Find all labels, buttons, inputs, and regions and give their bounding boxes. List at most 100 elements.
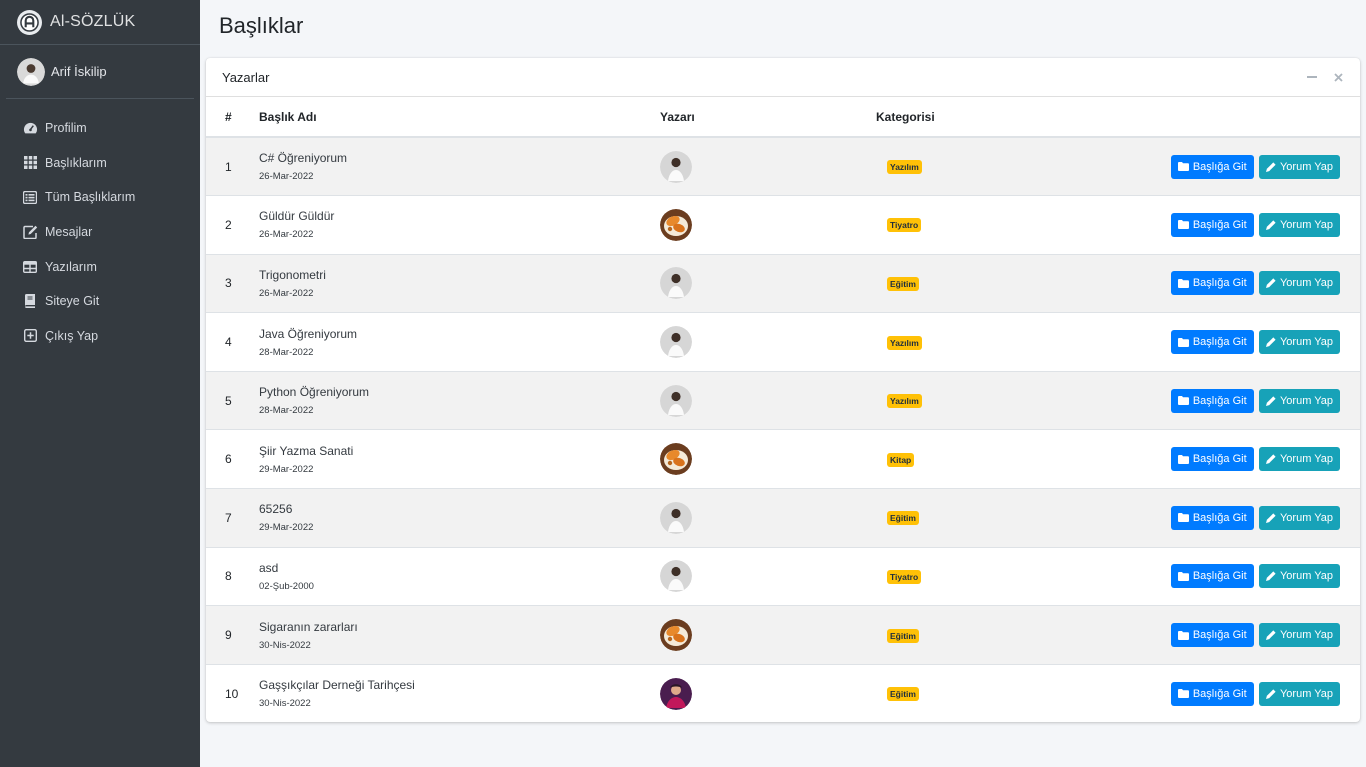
author-avatar xyxy=(660,677,692,710)
close-icon[interactable] xyxy=(1332,71,1344,83)
author-avatar xyxy=(660,443,692,476)
go-to-topic-label: Başlığa Git xyxy=(1192,629,1247,642)
comment-button[interactable]: Yorum Yap xyxy=(1258,564,1340,589)
comment-button[interactable]: Yorum Yap xyxy=(1258,505,1340,530)
author-cell xyxy=(660,313,876,372)
sidebar-nav: Profilim Başlıklarım Tüm Başlıklarım Mes… xyxy=(0,99,200,353)
author-avatar xyxy=(660,326,692,359)
row-title-cell: Gaşşıkçılar Derneği Tarihçesi 30-Nis-202… xyxy=(259,664,660,722)
sidebar-item-profilim[interactable]: Profilim xyxy=(0,111,200,146)
category-cell: Kitap xyxy=(876,430,1066,489)
go-to-topic-button[interactable]: Başlığa Git xyxy=(1170,564,1254,589)
author-avatar xyxy=(660,560,692,593)
go-to-topic-button[interactable]: Başlığa Git xyxy=(1170,505,1254,530)
card-tools xyxy=(1306,71,1344,83)
brand-link[interactable]: Al-SÖZLÜK xyxy=(0,0,200,45)
category-cell: Eğitim xyxy=(876,606,1066,665)
sidebar-item-tum-basliklarim[interactable]: Tüm Başlıklarım xyxy=(0,180,200,215)
topic-date: 30-Nis-2022 xyxy=(259,639,311,651)
author-cell xyxy=(660,371,876,430)
actions-cell: Başlığa Git Yorum Yap xyxy=(1066,664,1360,722)
go-to-topic-button[interactable]: Başlığa Git xyxy=(1170,447,1254,472)
author-avatar xyxy=(660,267,692,300)
category-badge: Yazılım xyxy=(887,394,922,409)
list-icon xyxy=(22,189,38,205)
go-to-topic-button[interactable]: Başlığa Git xyxy=(1170,154,1254,179)
user-name: Arif İskilip xyxy=(51,64,107,79)
folder-icon xyxy=(1177,571,1189,581)
go-to-topic-label: Başlığa Git xyxy=(1192,687,1247,700)
row-title-cell: Şiir Yazma Sanati 29-Mar-2022 xyxy=(259,430,660,489)
sidebar-item-label: Çıkış Yap xyxy=(45,328,99,343)
page-title: Başlıklar xyxy=(219,13,304,38)
sidebar-item-basliklarim[interactable]: Başlıklarım xyxy=(0,146,200,181)
user-panel[interactable]: Arif İskilip xyxy=(6,45,194,99)
header-num: # xyxy=(206,97,259,138)
category-cell: Eğitim xyxy=(876,254,1066,313)
comment-label: Yorum Yap xyxy=(1279,394,1333,407)
go-to-topic-button[interactable]: Başlığa Git xyxy=(1170,623,1254,648)
actions-cell: Başlığa Git Yorum Yap xyxy=(1066,606,1360,665)
author-cell xyxy=(660,254,876,313)
sidebar-item-mesajlar[interactable]: Mesajlar xyxy=(0,215,200,250)
topic-date: 28-Mar-2022 xyxy=(259,346,314,358)
category-badge: Eğitim xyxy=(887,628,919,643)
avatar xyxy=(17,57,45,86)
category-badge: Kitap xyxy=(887,452,915,467)
comment-button[interactable]: Yorum Yap xyxy=(1258,154,1340,179)
go-to-topic-button[interactable]: Başlığa Git xyxy=(1170,681,1254,706)
header-actions xyxy=(1066,97,1360,138)
comment-label: Yorum Yap xyxy=(1279,277,1333,290)
go-to-topic-label: Başlığa Git xyxy=(1192,570,1247,583)
table-header-row: # Başlık Adı Yazarı Kategorisi xyxy=(206,97,1360,138)
pencil-icon xyxy=(1265,278,1276,289)
comment-button[interactable]: Yorum Yap xyxy=(1258,388,1340,413)
category-cell: Tiyatro xyxy=(876,547,1066,606)
comment-button[interactable]: Yorum Yap xyxy=(1258,212,1340,237)
dashboard-icon xyxy=(22,120,38,136)
author-avatar xyxy=(660,619,692,652)
author-cell xyxy=(660,489,876,548)
comment-button[interactable]: Yorum Yap xyxy=(1258,330,1340,355)
comment-button[interactable]: Yorum Yap xyxy=(1258,271,1340,296)
comment-button[interactable]: Yorum Yap xyxy=(1258,447,1340,472)
go-to-topic-button[interactable]: Başlığa Git xyxy=(1170,212,1254,237)
authors-card: Yazarlar # Başlık Adı Yazarı Kategorisi … xyxy=(206,58,1360,722)
pencil-icon xyxy=(1265,689,1276,699)
row-number: 5 xyxy=(225,393,232,408)
sidebar-item-yazilarim[interactable]: Yazılarım xyxy=(0,249,200,284)
comment-button[interactable]: Yorum Yap xyxy=(1258,681,1340,706)
topic-date: 29-Mar-2022 xyxy=(259,463,314,475)
comment-label: Yorum Yap xyxy=(1279,453,1333,466)
table-body: 1 C# Öğreniyorum 26-Mar-2022 Yazılım Baş… xyxy=(206,137,1360,722)
topics-table: # Başlık Adı Yazarı Kategorisi 1 C# Öğre… xyxy=(206,97,1360,722)
go-to-topic-label: Başlığa Git xyxy=(1192,453,1247,466)
actions-cell: Başlığa Git Yorum Yap xyxy=(1066,430,1360,489)
pencil-icon xyxy=(1265,220,1276,230)
author-avatar xyxy=(660,208,692,241)
edit-icon xyxy=(22,224,38,240)
go-to-topic-label: Başlığa Git xyxy=(1192,394,1247,407)
card-header: Yazarlar xyxy=(206,58,1360,97)
go-to-topic-button[interactable]: Başlığa Git xyxy=(1170,330,1254,355)
category-cell: Yazılım xyxy=(876,313,1066,372)
comment-label: Yorum Yap xyxy=(1279,336,1333,349)
sidebar-item-cikis-yap[interactable]: Çıkış Yap xyxy=(0,319,200,354)
go-to-topic-label: Başlığa Git xyxy=(1192,277,1247,290)
sidebar-item-label: Tüm Başlıklarım xyxy=(45,190,136,205)
go-to-topic-label: Başlığa Git xyxy=(1192,511,1247,524)
sidebar-item-siteye-git[interactable]: Siteye Git xyxy=(0,284,200,319)
author-cell xyxy=(660,430,876,489)
topic-title: asd xyxy=(259,560,279,575)
actions-cell: Başlığa Git Yorum Yap xyxy=(1066,254,1360,313)
author-cell xyxy=(660,606,876,665)
go-to-topic-button[interactable]: Başlığa Git xyxy=(1170,271,1254,296)
author-cell xyxy=(660,547,876,606)
collapse-icon[interactable] xyxy=(1306,71,1318,83)
topic-date: 02-Şub-2000 xyxy=(259,580,314,592)
folder-icon xyxy=(1177,396,1189,406)
comment-button[interactable]: Yorum Yap xyxy=(1258,623,1340,648)
actions-cell: Başlığa Git Yorum Yap xyxy=(1066,489,1360,548)
go-to-topic-button[interactable]: Başlığa Git xyxy=(1170,388,1254,413)
pencil-icon xyxy=(1265,337,1276,348)
